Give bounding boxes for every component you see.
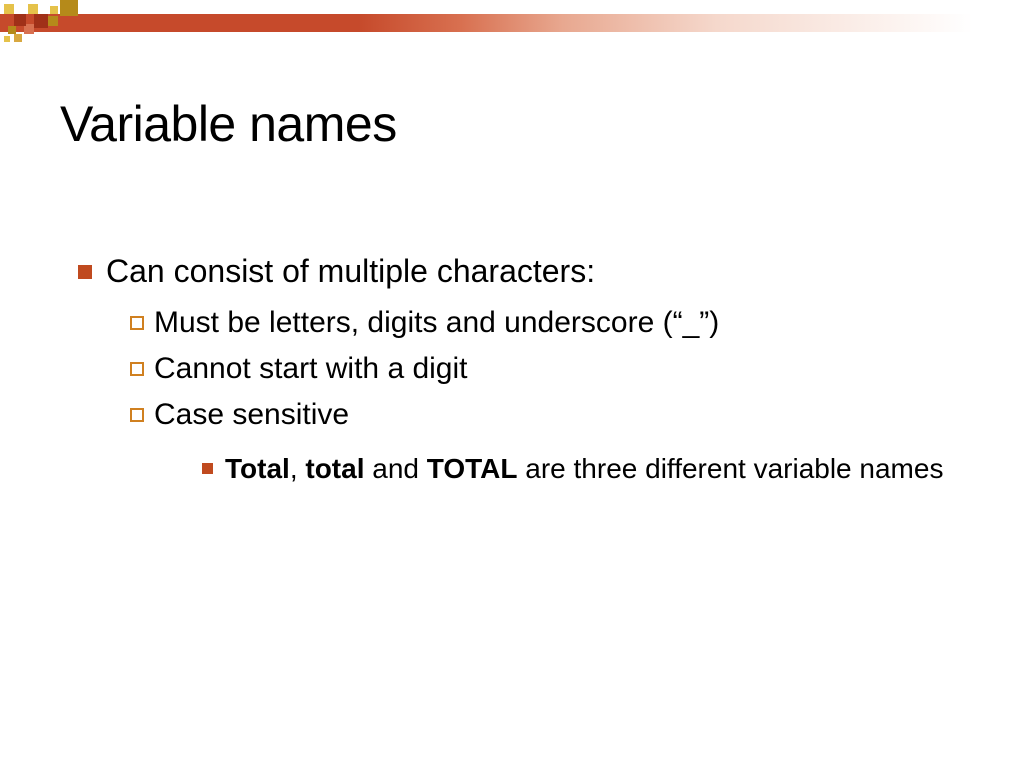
bullet-item-l2: Case sensitive — [130, 398, 964, 432]
bullet-text: Total, total and TOTAL are three differe… — [225, 450, 943, 488]
square-bullet-outline-icon — [130, 408, 144, 422]
bullet-item-l1: Can consist of multiple characters: — [78, 253, 964, 290]
bullet-text: Cannot start with a digit — [154, 352, 468, 386]
gradient-bar — [0, 14, 1024, 32]
square-bullet-filled-small-icon — [202, 463, 213, 474]
slide-title: Variable names — [60, 95, 964, 153]
square-bullet-outline-icon — [130, 362, 144, 376]
bullet-item-l2: Must be letters, digits and underscore (… — [130, 306, 964, 340]
square-bullet-filled-icon — [78, 265, 92, 279]
bullet-item-l2: Cannot start with a digit — [130, 352, 964, 386]
bullet-text: Must be letters, digits and underscore (… — [154, 306, 719, 340]
square-bullet-outline-icon — [130, 316, 144, 330]
bullet-text: Can consist of multiple characters: — [106, 253, 595, 290]
slide-header-decoration — [0, 0, 1024, 50]
slide-content: Variable names Can consist of multiple c… — [0, 0, 1024, 488]
bullet-item-l3: Total, total and TOTAL are three differe… — [202, 450, 964, 488]
bullet-text: Case sensitive — [154, 398, 349, 432]
